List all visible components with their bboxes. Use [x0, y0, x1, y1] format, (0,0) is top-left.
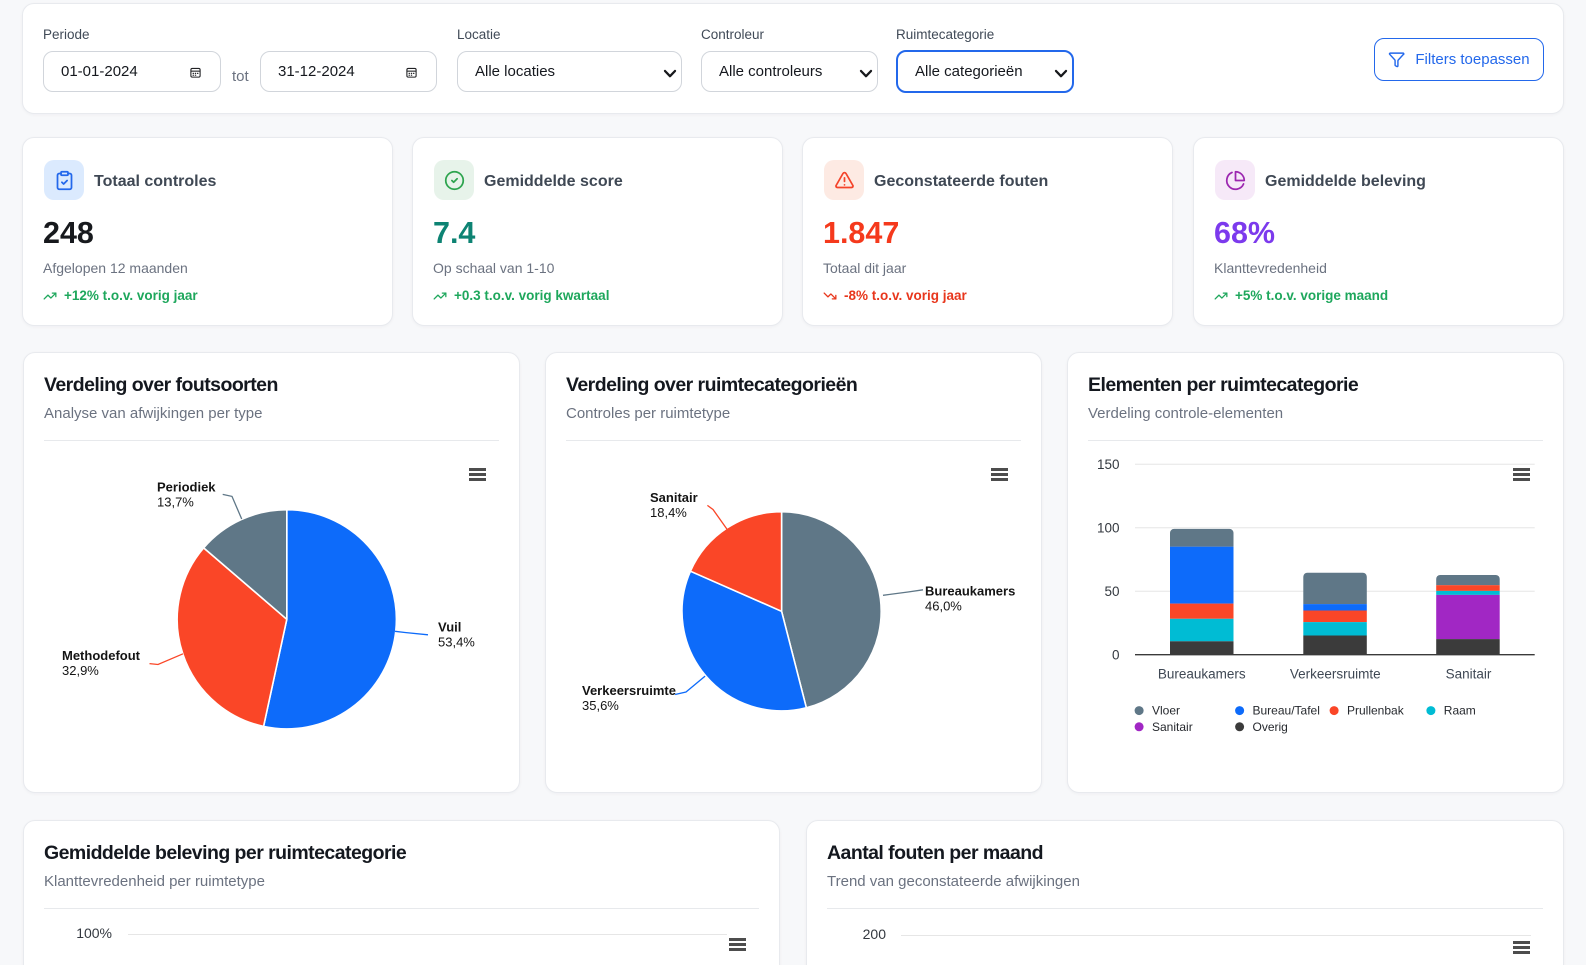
svg-text:Overig: Overig	[1253, 720, 1288, 734]
svg-text:Sanitair: Sanitair	[1446, 667, 1492, 682]
svg-text:Bureaukamers: Bureaukamers	[1158, 667, 1246, 682]
svg-text:Verkeersruimte: Verkeersruimte	[582, 683, 676, 698]
svg-text:Verkeersruimte: Verkeersruimte	[1290, 667, 1381, 682]
svg-text:46,0%: 46,0%	[925, 598, 962, 613]
svg-text:150: 150	[1097, 457, 1120, 472]
svg-text:Prullenbak: Prullenbak	[1347, 704, 1405, 718]
svg-text:Sanitair: Sanitair	[650, 490, 698, 505]
svg-text:Periodiek: Periodiek	[157, 479, 216, 494]
svg-text:53,4%: 53,4%	[438, 634, 475, 649]
svg-text:Bureaukamers: Bureaukamers	[925, 583, 1015, 598]
svg-text:Sanitair: Sanitair	[1152, 720, 1193, 734]
svg-text:Methodefout: Methodefout	[62, 648, 141, 663]
svg-text:32,9%: 32,9%	[62, 663, 99, 678]
svg-text:0: 0	[1112, 648, 1120, 663]
svg-text:Bureau/Tafel: Bureau/Tafel	[1253, 704, 1320, 718]
svg-text:18,4%: 18,4%	[650, 505, 687, 520]
svg-text:13,7%: 13,7%	[157, 494, 194, 509]
svg-text:50: 50	[1104, 584, 1119, 599]
svg-text:Vuil: Vuil	[438, 619, 461, 634]
svg-text:35,6%: 35,6%	[582, 698, 619, 713]
svg-text:Vloer: Vloer	[1152, 704, 1180, 718]
svg-text:100: 100	[1097, 521, 1120, 536]
svg-text:Raam: Raam	[1444, 704, 1476, 718]
